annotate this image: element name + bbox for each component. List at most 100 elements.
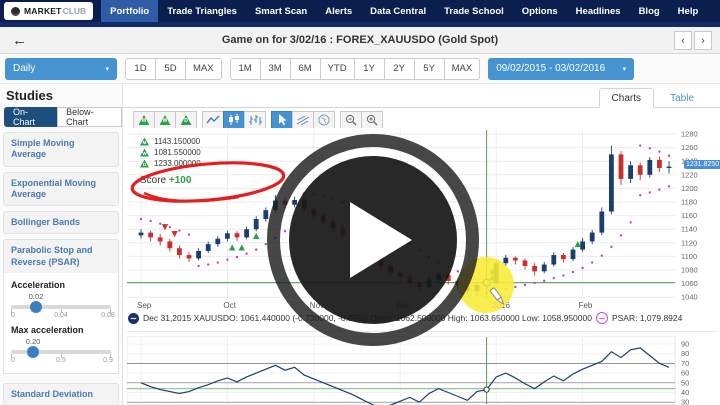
- nav-item-data-central[interactable]: Data Central: [361, 0, 435, 22]
- trendline-tool-button[interactable]: [292, 111, 314, 129]
- acceleration-slider[interactable]: 0.02 0 0.04 0.08: [11, 291, 115, 322]
- range-button-6m[interactable]: 6M: [289, 57, 321, 80]
- psar-series-icon: ∼: [595, 312, 608, 324]
- svg-text:70: 70: [681, 359, 689, 368]
- study-item-sma[interactable]: Simple Moving Average: [3, 132, 119, 167]
- ohlc-chart-type-button[interactable]: [244, 111, 266, 129]
- chart-legend: M 1143.150000 W 1081.550000 D 1233.00000…: [140, 136, 201, 186]
- range-button-5y[interactable]: 5Y: [413, 57, 445, 80]
- triangle-value-weekly: 1081.550000: [154, 148, 201, 157]
- video-play-button[interactable]: [267, 134, 479, 346]
- svg-text:40: 40: [681, 388, 689, 397]
- date-range-dropdown[interactable]: 09/02/2015 - 03/02/2016 ▾: [488, 57, 635, 80]
- slider-value: 0.20: [25, 336, 41, 346]
- range-button-5d[interactable]: 5D: [155, 57, 186, 80]
- triangle-value-daily: 1233.000000: [154, 159, 201, 168]
- x-axis-label: Oct: [223, 301, 236, 310]
- chevron-down-icon: ▾: [105, 65, 109, 73]
- range-button-1d[interactable]: 1D: [125, 57, 156, 80]
- nav-item-options[interactable]: Options: [513, 0, 567, 22]
- candlestick-chart-type-button[interactable]: [223, 111, 245, 129]
- svg-text:1100: 1100: [681, 252, 697, 261]
- zoom-out-icon: [345, 114, 357, 126]
- marketclub-logo[interactable]: MARKET CLUB: [4, 2, 94, 20]
- range-group-short: 1D 5D MAX: [125, 57, 222, 80]
- tab-table[interactable]: Table: [658, 88, 706, 108]
- range-button-max2[interactable]: MAX: [443, 57, 481, 80]
- trade-triangle-icon: W: [159, 115, 171, 125]
- marketclub-app: MARKET CLUB Portfolio Trade Triangles Sm…: [0, 0, 720, 405]
- study-item-psar[interactable]: Parabolic Stop and Reverse (PSAR): [3, 239, 119, 273]
- monthly-triangle-button[interactable]: M: [133, 111, 155, 129]
- nav-item-smart-scan[interactable]: Smart Scan: [246, 0, 316, 22]
- svg-text:1120: 1120: [681, 238, 697, 247]
- top-navbar: MARKET CLUB Portfolio Trade Triangles Sm…: [0, 0, 720, 22]
- gauge-tool-button[interactable]: [313, 111, 335, 129]
- psar-value-text: PSAR: 1,079.8924: [611, 313, 683, 323]
- next-symbol-button[interactable]: ›: [694, 31, 712, 50]
- svg-text:30: 30: [681, 398, 689, 405]
- study-item-std-dev[interactable]: Standard Deviation: [3, 382, 119, 405]
- nav-item-trade-school[interactable]: Trade School: [435, 0, 513, 22]
- trendline-icon: [296, 115, 310, 126]
- cursor-tool-button[interactable]: [271, 111, 293, 129]
- svg-text:1160: 1160: [681, 211, 697, 220]
- play-icon: [350, 202, 412, 278]
- range-toolbar: Daily ▾ 1D 5D MAX 1M 3M 6M YTD 1Y 2Y 5Y …: [0, 54, 720, 84]
- range-button-ytd[interactable]: YTD: [319, 57, 355, 80]
- studies-sidebar: Studies On-Chart Below-Chart Simple Movi…: [0, 84, 123, 405]
- price-series-icon: ∼: [128, 312, 139, 324]
- zoom-out-button[interactable]: [340, 111, 362, 129]
- nav-item-trade-triangles[interactable]: Trade Triangles: [158, 0, 246, 22]
- prev-symbol-button[interactable]: ‹: [674, 31, 692, 50]
- x-axis-label: Sep: [137, 301, 152, 310]
- oscillator-chart[interactable]: 90807060504030: [127, 336, 717, 405]
- line-chart-type-button[interactable]: [202, 111, 224, 129]
- range-button-1m[interactable]: 1M: [229, 57, 261, 80]
- study-item-bollinger[interactable]: Bollinger Bands: [3, 211, 119, 235]
- tab-charts[interactable]: Charts: [598, 88, 654, 108]
- last-price-badge: 1231.8250: [684, 160, 720, 169]
- svg-text:1080: 1080: [681, 266, 698, 275]
- svg-text:80: 80: [681, 349, 689, 358]
- daily-triangle-button[interactable]: D: [175, 111, 197, 129]
- score-label: Score: [140, 175, 167, 186]
- nav-item-help[interactable]: Help: [669, 0, 708, 22]
- chevron-down-icon: ▾: [622, 65, 627, 73]
- max-acceleration-slider[interactable]: 0.20 0 0.5 0.9: [11, 336, 113, 367]
- slider-handle[interactable]: [30, 300, 42, 313]
- nav-item-alerts[interactable]: Alerts: [316, 0, 361, 22]
- x-axis-label: Feb: [578, 301, 593, 310]
- tab-below-chart[interactable]: Below-Chart: [57, 107, 122, 127]
- study-item-ema[interactable]: Exponential Moving Average: [3, 171, 119, 206]
- nav-item-portfolio[interactable]: Portfolio: [101, 0, 159, 22]
- range-button-2y[interactable]: 2Y: [383, 57, 415, 80]
- trade-triangle-icon: W: [140, 148, 149, 157]
- chart-toolbar: M W D: [133, 111, 389, 129]
- nav-item-blog[interactable]: Blog: [630, 0, 669, 22]
- slider-handle[interactable]: [27, 345, 39, 358]
- trade-triangle-icon: M: [140, 137, 149, 146]
- logo-text-club: CLUB: [62, 6, 87, 16]
- trade-triangle-icon: M: [138, 115, 150, 125]
- svg-text:1280: 1280: [681, 130, 698, 139]
- logo-text-market: MARKET: [24, 6, 62, 16]
- nav-item-headlines[interactable]: Headlines: [567, 0, 630, 22]
- interval-dropdown[interactable]: Daily ▾: [5, 57, 117, 80]
- triangle-value-monthly: 1143.150000: [154, 137, 201, 146]
- svg-text:1180: 1180: [681, 198, 697, 207]
- pen-cursor-icon: [489, 287, 505, 306]
- tab-on-chart[interactable]: On-Chart: [4, 107, 58, 127]
- range-button-3m[interactable]: 3M: [259, 57, 291, 80]
- range-button-1y[interactable]: 1Y: [353, 57, 385, 80]
- range-button-max1[interactable]: MAX: [185, 57, 222, 80]
- slider-value: 0.02: [28, 291, 44, 301]
- svg-text:90: 90: [681, 340, 689, 349]
- candlestick-chart-icon: [229, 114, 239, 125]
- zoom-in-button[interactable]: [361, 111, 383, 129]
- cursor-icon: [279, 114, 287, 126]
- svg-text:1220: 1220: [681, 170, 698, 179]
- svg-text:1200: 1200: [681, 184, 698, 193]
- weekly-triangle-button[interactable]: W: [154, 111, 176, 129]
- play-button-disc: [289, 156, 457, 324]
